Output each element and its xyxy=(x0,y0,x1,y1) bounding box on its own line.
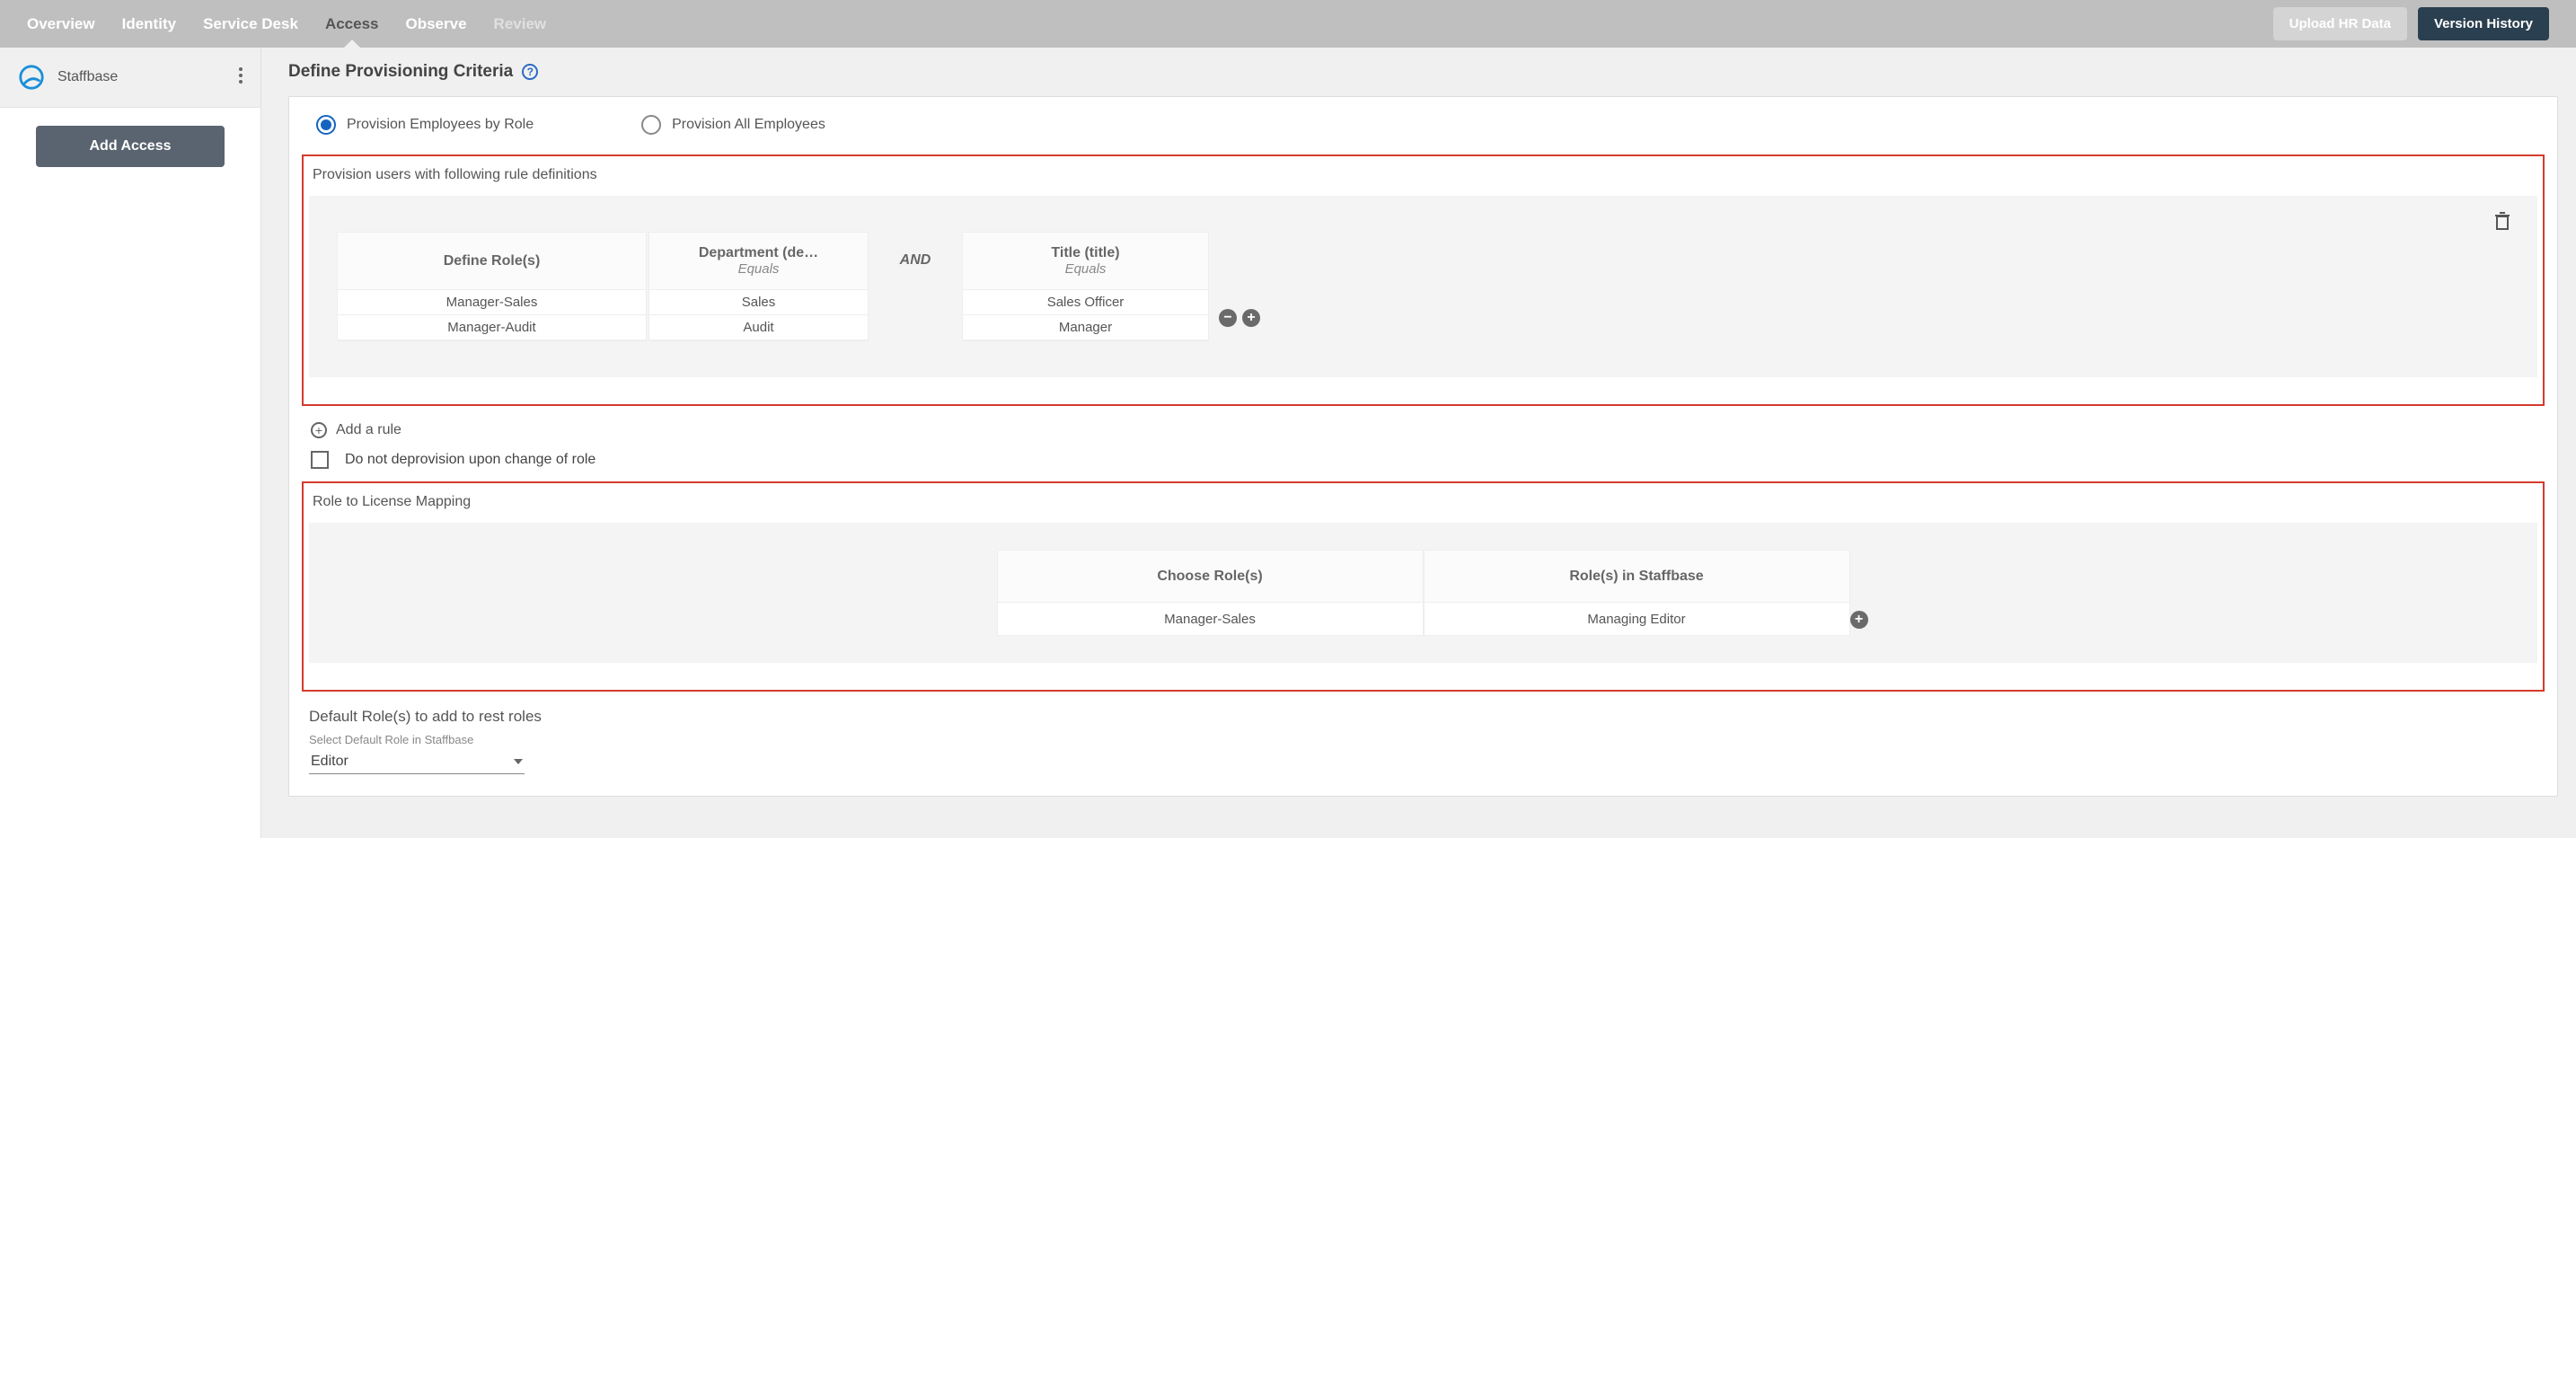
default-role-section: Default Role(s) to add to rest roles Sel… xyxy=(302,704,2545,778)
add-row-icon[interactable]: + xyxy=(1242,309,1260,327)
tab-observe[interactable]: Observe xyxy=(406,0,467,48)
plus-circle-icon: + xyxy=(311,422,327,438)
rule-col-roles: Define Role(s) Manager-Sales Manager-Aud… xyxy=(337,232,647,341)
provision-radio-group: Provision Employees by Role Provision Al… xyxy=(302,115,2545,135)
tab-identity[interactable]: Identity xyxy=(122,0,176,48)
page-title-row: Define Provisioning Criteria ? xyxy=(288,62,2558,82)
rule-col-and: AND xyxy=(870,232,960,341)
map-col-target: Role(s) in Staffbase Managing Editor xyxy=(1424,550,1850,636)
rule-header-title[interactable]: Title (title) Equals xyxy=(963,233,1208,290)
radio-provision-by-role[interactable]: Provision Employees by Role xyxy=(316,115,534,135)
rule-col-department: Department (de… Equals Sales Audit xyxy=(648,232,869,341)
nav-tabs: Overview Identity Service Desk Access Ob… xyxy=(27,0,2273,48)
page-title: Define Provisioning Criteria xyxy=(288,62,513,82)
rule-cell[interactable]: Sales xyxy=(649,290,868,315)
map-header-target[interactable]: Role(s) in Staffbase xyxy=(1425,551,1849,603)
rule-panel: Define Role(s) Manager-Sales Manager-Aud… xyxy=(309,196,2537,377)
rule-header-department[interactable]: Department (de… Equals xyxy=(649,233,868,290)
staffbase-logo-icon xyxy=(18,64,45,91)
map-cell[interactable]: Managing Editor xyxy=(1425,603,1849,635)
radio-selected-icon xyxy=(316,115,336,135)
radio-provision-all[interactable]: Provision All Employees xyxy=(641,115,825,135)
chevron-down-icon xyxy=(514,759,523,764)
help-icon[interactable]: ? xyxy=(522,64,538,80)
rule-section-label: Provision users with following rule defi… xyxy=(309,167,2537,183)
radio-unselected-icon xyxy=(641,115,661,135)
top-nav: Overview Identity Service Desk Access Ob… xyxy=(0,0,2576,48)
sidebar-action: Add Access xyxy=(0,108,260,185)
tab-service-desk[interactable]: Service Desk xyxy=(203,0,298,48)
rule-header-roles[interactable]: Define Role(s) xyxy=(338,233,646,290)
mapping-table: Choose Role(s) Manager-Sales Role(s) in … xyxy=(997,550,1850,636)
tab-access[interactable]: Access xyxy=(325,0,379,48)
checkbox-unchecked[interactable] xyxy=(311,451,329,469)
sidebar-app-name: Staffbase xyxy=(57,69,239,85)
tab-review[interactable]: Review xyxy=(494,0,547,48)
rule-definitions-section: Provision users with following rule defi… xyxy=(302,154,2545,406)
add-access-button[interactable]: Add Access xyxy=(36,126,225,167)
rule-col-title: Title (title) Equals Sales Officer Manag… xyxy=(962,232,1209,341)
criteria-card: Provision Employees by Role Provision Al… xyxy=(288,96,2558,797)
map-cell[interactable]: Manager-Sales xyxy=(998,603,1423,635)
default-role-label: Default Role(s) to add to rest roles xyxy=(309,708,2537,726)
deprovision-checkbox-row: Do not deprovision upon change of role xyxy=(302,449,2545,481)
add-rule-label: Add a rule xyxy=(336,422,401,438)
remove-row-icon[interactable]: − xyxy=(1219,309,1237,327)
rule-cell[interactable]: Audit xyxy=(649,315,868,340)
rule-cell[interactable]: Manager xyxy=(963,315,1208,340)
rule-row-actions: − + xyxy=(1210,232,1260,341)
checkbox-label: Do not deprovision upon change of role xyxy=(345,452,595,468)
more-vertical-icon[interactable] xyxy=(239,67,243,88)
radio-label: Provision All Employees xyxy=(672,117,825,133)
default-role-select[interactable]: Editor xyxy=(309,750,525,774)
map-header-choose[interactable]: Choose Role(s) xyxy=(998,551,1423,603)
mapping-section-label: Role to License Mapping xyxy=(309,494,2537,510)
layout: Staffbase Add Access Define Provisioning… xyxy=(0,48,2576,838)
default-role-hint: Select Default Role in Staffbase xyxy=(309,733,2537,746)
version-history-button[interactable]: Version History xyxy=(2418,7,2549,40)
rule-cell[interactable]: Manager-Sales xyxy=(338,290,646,315)
select-value: Editor xyxy=(311,754,348,770)
sidebar: Staffbase Add Access xyxy=(0,48,260,838)
role-license-mapping-section: Role to License Mapping Choose Role(s) M… xyxy=(302,481,2545,692)
mapping-panel: Choose Role(s) Manager-Sales Role(s) in … xyxy=(309,523,2537,663)
map-col-choose: Choose Role(s) Manager-Sales xyxy=(997,550,1424,636)
add-mapping-icon[interactable]: + xyxy=(1850,611,1868,629)
main-content: Define Provisioning Criteria ? Provision… xyxy=(260,48,2576,838)
and-label: AND xyxy=(900,252,931,269)
rule-cell[interactable]: Sales Officer xyxy=(963,290,1208,315)
radio-label: Provision Employees by Role xyxy=(347,117,534,133)
upload-hr-data-button[interactable]: Upload HR Data xyxy=(2273,7,2407,40)
rule-cell[interactable]: Manager-Audit xyxy=(338,315,646,340)
nav-actions: Upload HR Data Version History xyxy=(2273,7,2549,40)
tab-overview[interactable]: Overview xyxy=(27,0,95,48)
add-rule-button[interactable]: + Add a rule xyxy=(302,419,2545,449)
rule-table: Define Role(s) Manager-Sales Manager-Aud… xyxy=(336,232,2519,341)
sidebar-app-row[interactable]: Staffbase xyxy=(0,48,260,108)
